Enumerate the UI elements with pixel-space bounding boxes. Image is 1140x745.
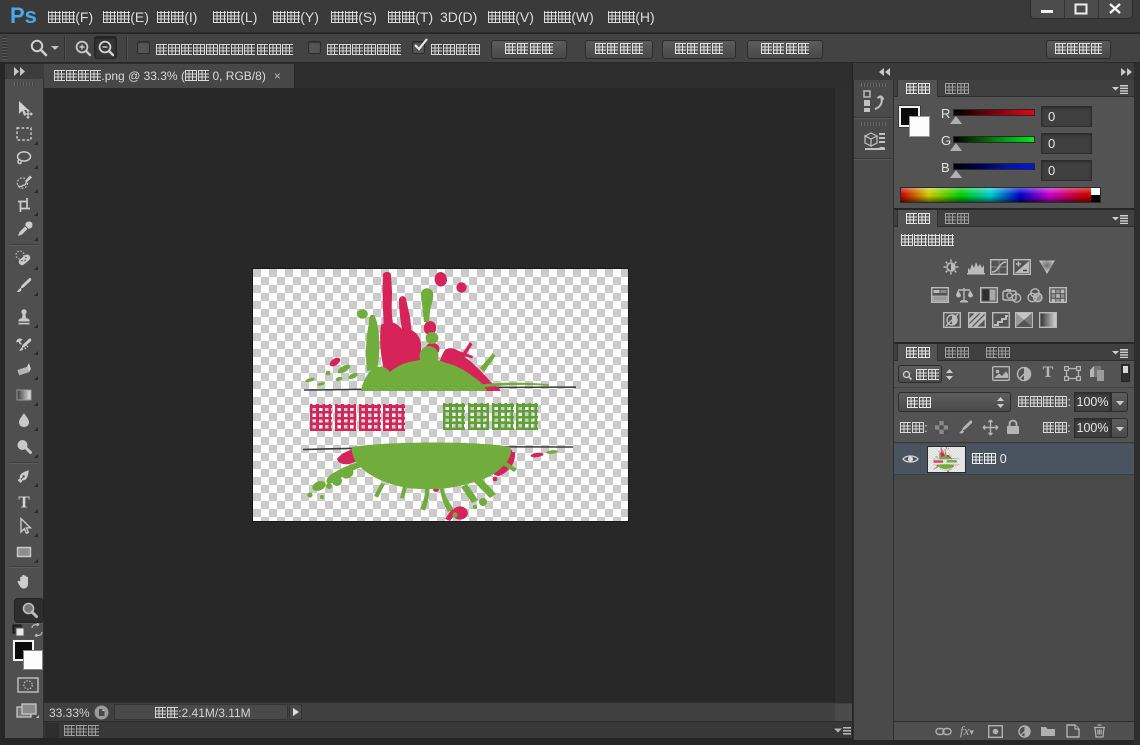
svg-text:T: T <box>18 493 30 512</box>
